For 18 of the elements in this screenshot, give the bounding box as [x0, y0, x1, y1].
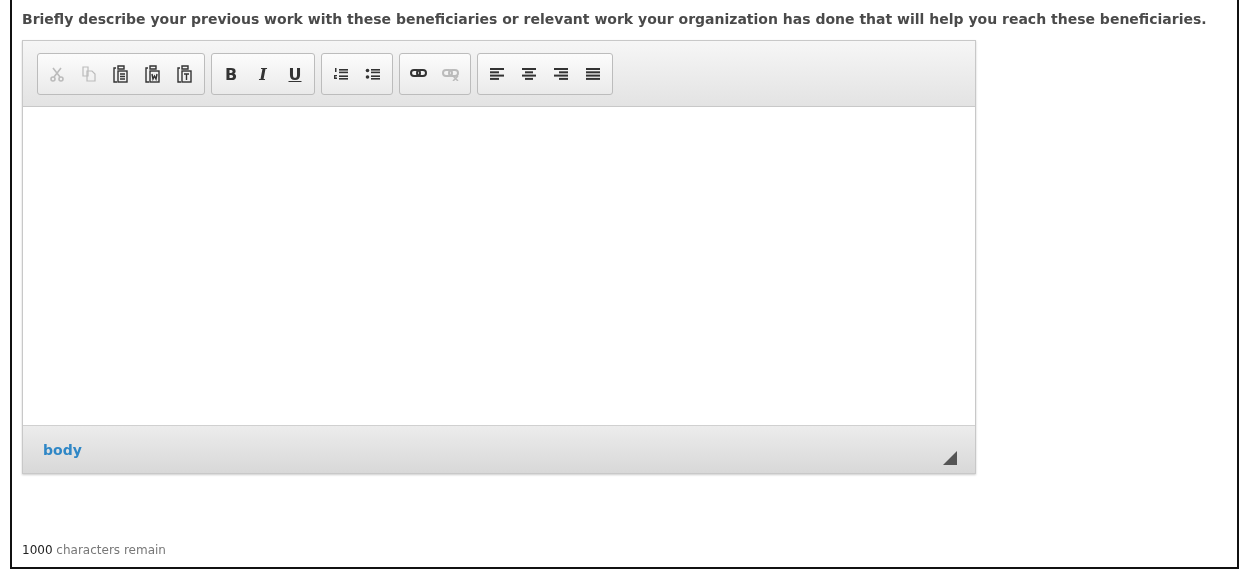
question-text: Briefly describe your previous work with these beneficiaries or relevant work your organization has done that will help you reach these beneficiaries. — [22, 10, 1208, 29]
unlink-icon — [442, 67, 460, 81]
bulleted-list-icon — [365, 67, 381, 81]
clipboard-t-icon — [177, 65, 193, 83]
underline-button[interactable]: U — [281, 59, 309, 89]
align-center-icon — [522, 67, 536, 81]
clipboard-icon — [113, 65, 129, 83]
clipboard-w-icon — [145, 65, 161, 83]
italic-button[interactable]: I — [249, 59, 277, 89]
resize-handle-icon[interactable] — [943, 450, 957, 465]
justify-icon — [586, 67, 600, 81]
character-counter: 1000 characters remain — [22, 543, 167, 557]
align-right-icon — [554, 67, 568, 81]
bold-button[interactable]: B — [217, 59, 245, 89]
scissors-icon — [49, 66, 65, 82]
numbered-list-icon — [333, 67, 349, 81]
align-left-icon — [490, 67, 504, 81]
copy-icon — [81, 66, 97, 82]
